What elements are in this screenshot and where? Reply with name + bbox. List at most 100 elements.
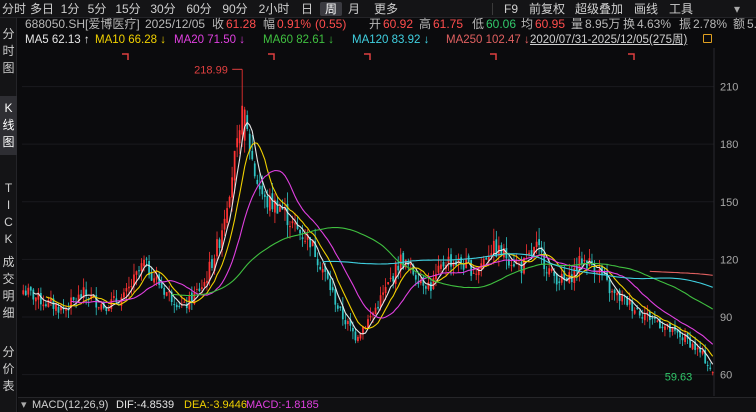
candle: [206, 280, 208, 283]
ma120-line: [322, 253, 713, 288]
candle: [618, 290, 621, 301]
candle: [633, 310, 636, 314]
candle: [289, 226, 291, 228]
period-tab-intraday[interactable]: 分时: [2, 2, 26, 16]
candle: [334, 289, 337, 305]
candle: [535, 241, 538, 248]
quote-date: 2025/12/05: [145, 17, 206, 31]
candle: [203, 282, 206, 287]
candle: [145, 258, 148, 260]
ma250-line: [649, 270, 713, 276]
moving-average-legend: MA5 62.13 ↑ MA10 66.28 ↓ MA20 71.50 ↓ MA60 …: [25, 33, 756, 47]
avg-value: 60.95: [535, 17, 566, 31]
toolbar-super-overlay-button[interactable]: 超级叠加: [573, 2, 625, 16]
high-label: 高: [419, 17, 432, 31]
candle: [651, 317, 654, 319]
candle: [701, 350, 704, 354]
period-tab-weekly[interactable]: 周: [320, 2, 342, 16]
toolbar-draw-line-button[interactable]: 画线: [631, 2, 661, 16]
candle: [27, 287, 30, 295]
period-tab-60[interactable]: 60分: [184, 2, 214, 16]
candle: [336, 305, 339, 309]
period-marker-icon: [490, 53, 497, 60]
candle: [153, 278, 155, 283]
period-tab-90[interactable]: 90分: [220, 2, 250, 16]
side-tab-trade-detail[interactable]: 成交明细: [0, 254, 17, 322]
toolbar-more-icon[interactable]: ▾: [730, 2, 744, 16]
side-tab-tick[interactable]: TICK: [0, 180, 17, 248]
candle: [208, 261, 211, 282]
toolbar-forward-adjust-button[interactable]: 前复权: [528, 2, 566, 16]
candle: [548, 268, 551, 275]
candle: [440, 264, 442, 269]
candle: [545, 272, 548, 274]
macd-title: MACD(12,26,9): [32, 399, 109, 411]
candle: [130, 286, 133, 288]
candle: [389, 277, 392, 280]
ma-legend-item: MA250 102.47 ↓: [446, 34, 530, 46]
candle: [653, 317, 656, 319]
candle: [236, 138, 239, 148]
candle: [621, 295, 624, 302]
candle: [711, 372, 714, 374]
period-tab-30[interactable]: 30分: [148, 2, 178, 16]
amplitude-value: 2.78%: [693, 17, 728, 31]
candle: [143, 259, 145, 267]
period-tab-monthly[interactable]: 月: [345, 2, 363, 16]
y-tick-label: 120: [720, 254, 738, 266]
period-tab-multi-day[interactable]: 多日: [30, 2, 54, 16]
open-value: 60.92: [383, 17, 414, 31]
candle: [100, 304, 103, 310]
date-range-label[interactable]: 2020/07/31-2025/12/05(275周): [530, 33, 687, 47]
candle: [352, 327, 354, 332]
candle: [165, 292, 168, 296]
candle: [613, 289, 616, 294]
candle: [24, 290, 27, 296]
candle: [173, 304, 176, 306]
stock-symbol: 688050.SH[爱博医疗]: [25, 17, 140, 31]
close-label: 收: [212, 17, 225, 31]
candle: [183, 301, 186, 303]
y-tick-label: 210: [720, 82, 738, 94]
side-tab-intraday[interactable]: 分时图: [0, 26, 17, 77]
candle: [424, 286, 427, 289]
macd-indicator-bar[interactable]: ▾ MACD(12,26,9) DIF:-4.8539 DEA:-3.9446 …: [18, 397, 756, 412]
period-tab-2[interactable]: 2小时: [256, 2, 292, 16]
period-tab-daily[interactable]: 日: [298, 2, 316, 16]
candle: [513, 264, 515, 267]
candle: [709, 367, 712, 370]
candle: [671, 327, 674, 332]
amplitude-label: 振: [679, 17, 692, 31]
candle: [384, 287, 387, 294]
weekly-kline-chart[interactable]: 60 90 120 150 180 210 218.99 59.63: [18, 48, 756, 396]
period-tab-5[interactable]: 5分: [85, 2, 109, 16]
candle: [228, 196, 231, 208]
candle: [223, 218, 226, 230]
candle: [294, 223, 296, 225]
candle: [123, 292, 125, 298]
side-tab-kline[interactable]: K线图: [0, 96, 17, 155]
candle: [32, 289, 35, 300]
ma-legend-item: MA20 71.50 ↓: [174, 34, 245, 46]
lock-icon[interactable]: [703, 34, 712, 43]
side-tab-price-table[interactable]: 分价表: [0, 344, 17, 395]
candle: [656, 320, 659, 322]
candle: [112, 295, 115, 299]
period-tab-1[interactable]: 1分: [58, 2, 82, 16]
candle: [581, 258, 583, 264]
toolbar-f9-button[interactable]: F9: [502, 2, 520, 16]
candle: [377, 306, 379, 309]
candle: [691, 343, 694, 350]
candle: [586, 260, 588, 269]
period-tab-more[interactable]: 更多: [371, 2, 401, 16]
candle: [261, 185, 264, 195]
candle: [279, 206, 281, 212]
candle: [462, 264, 465, 270]
ma10-line: [45, 142, 714, 357]
candle: [387, 282, 390, 285]
candle: [319, 266, 322, 270]
indicator-dropdown-icon[interactable]: ▾: [21, 398, 27, 412]
period-tab-15[interactable]: 15分: [113, 2, 143, 16]
toolbar-tools-button[interactable]: 工具: [667, 2, 695, 16]
amount-label: 额: [733, 17, 746, 31]
